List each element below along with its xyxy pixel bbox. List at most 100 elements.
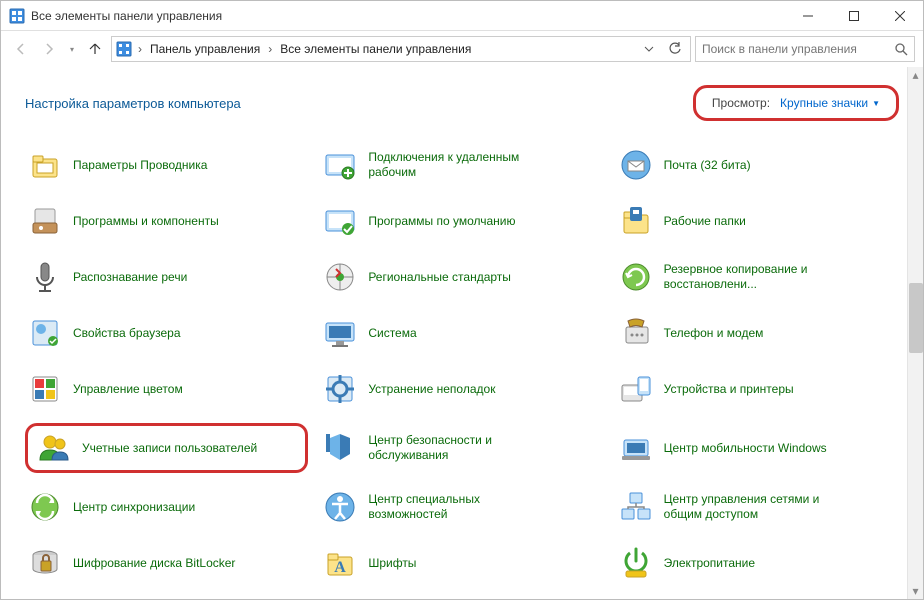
scroll-down-button[interactable]: ▾	[908, 583, 923, 599]
control-panel-item[interactable]: Подключения к удаленным рабочим	[320, 143, 603, 187]
search-input[interactable]	[702, 42, 894, 56]
control-panel-item[interactable]: Почта (32 бита)	[616, 143, 899, 187]
view-value-dropdown[interactable]: Крупные значки ▼	[780, 96, 880, 110]
minimize-button[interactable]	[785, 1, 831, 30]
refresh-button[interactable]	[664, 37, 686, 61]
control-panel-item[interactable]: Рабочие папки	[616, 199, 899, 243]
power-icon	[618, 545, 654, 581]
control-panel-item[interactable]: Учетные записи пользователей	[25, 423, 308, 473]
control-panel-item[interactable]: Устройства и принтеры	[616, 367, 899, 411]
window-controls	[785, 1, 923, 30]
item-label: Резервное копирование и восстановлени...	[664, 262, 844, 292]
control-panel-item[interactable]: Электропитание	[616, 541, 899, 585]
breadcrumb-current[interactable]: Все элементы панели управления	[278, 42, 473, 56]
control-panel-item[interactable]: Свойства браузера	[25, 311, 308, 355]
item-label: Программы по умолчанию	[368, 214, 515, 229]
mail-icon	[618, 147, 654, 183]
item-label: Электропитание	[664, 556, 755, 571]
control-panel-item[interactable]: Шрифты	[320, 541, 603, 585]
item-label: Параметры Проводника	[73, 158, 207, 173]
item-label: Региональные стандарты	[368, 270, 511, 285]
control-panel-item[interactable]: Система	[320, 311, 603, 355]
back-button[interactable]	[9, 37, 33, 61]
remote-app-icon	[322, 147, 358, 183]
item-label: Рабочие папки	[664, 214, 746, 229]
control-panel-item[interactable]: Резервное копирование и восстановлени...	[616, 255, 899, 299]
color-icon	[27, 371, 63, 407]
internet-options-icon	[27, 315, 63, 351]
speech-icon	[27, 259, 63, 295]
recent-dropdown[interactable]: ▾	[65, 37, 79, 61]
system-icon	[322, 315, 358, 351]
search-icon[interactable]	[894, 42, 908, 56]
control-panel-item[interactable]: Программы по умолчанию	[320, 199, 603, 243]
items-grid: Параметры Проводника Подключения к удален…	[25, 143, 899, 585]
control-panel-window: Все элементы панели управления ▾ › Панел…	[0, 0, 924, 600]
control-panel-item[interactable]: Региональные стандарты	[320, 255, 603, 299]
item-label: Телефон и модем	[664, 326, 764, 341]
item-label: Программы и компоненты	[73, 214, 219, 229]
item-label: Устройства и принтеры	[664, 382, 794, 397]
window-title: Все элементы панели управления	[31, 9, 785, 23]
item-label: Учетные записи пользователей	[82, 441, 257, 456]
view-value-text: Крупные значки	[780, 96, 868, 110]
user-accounts-icon	[36, 430, 72, 466]
item-label: Центр синхронизации	[73, 500, 195, 515]
scroll-thumb[interactable]	[909, 283, 923, 353]
navigation-bar: ▾ › Панель управления › Все элементы пан…	[1, 31, 923, 67]
backup-icon	[618, 259, 654, 295]
control-panel-item[interactable]: Центр синхронизации	[25, 485, 308, 529]
content-area: Настройка параметров компьютера Просмотр…	[1, 67, 923, 599]
titlebar: Все элементы панели управления	[1, 1, 923, 31]
control-panel-item[interactable]: Управление цветом	[25, 367, 308, 411]
control-panel-item[interactable]: Центр мобильности Windows	[616, 423, 899, 473]
search-box[interactable]	[695, 36, 915, 62]
item-label: Шифрование диска BitLocker	[73, 556, 235, 571]
chevron-right-icon[interactable]: ›	[266, 42, 274, 56]
close-button[interactable]	[877, 1, 923, 30]
control-panel-item[interactable]: Телефон и модем	[616, 311, 899, 355]
programs-icon	[27, 203, 63, 239]
phone-icon	[618, 315, 654, 351]
fonts-icon	[322, 545, 358, 581]
control-panel-item[interactable]: Центр управления сетями и общим доступом	[616, 485, 899, 529]
item-label: Центр специальных возможностей	[368, 492, 548, 522]
heading-row: Настройка параметров компьютера Просмотр…	[25, 85, 899, 121]
scroll-track[interactable]	[908, 83, 923, 583]
item-label: Свойства браузера	[73, 326, 181, 341]
mobility-icon	[618, 430, 654, 466]
control-panel-item[interactable]: Центр специальных возможностей	[320, 485, 603, 529]
control-panel-item[interactable]: Центр безопасности и обслуживания	[320, 423, 603, 473]
item-label: Система	[368, 326, 416, 341]
folder-options-icon	[27, 147, 63, 183]
chevron-down-icon: ▼	[872, 99, 880, 108]
item-label: Центр мобильности Windows	[664, 441, 827, 456]
maximize-button[interactable]	[831, 1, 877, 30]
control-panel-item[interactable]: Программы и компоненты	[25, 199, 308, 243]
item-label: Почта (32 бита)	[664, 158, 751, 173]
address-icon	[116, 41, 132, 57]
control-panel-item[interactable]: Распознавание речи	[25, 255, 308, 299]
region-icon	[322, 259, 358, 295]
vertical-scrollbar[interactable]: ▴ ▾	[907, 67, 923, 599]
ease-access-icon	[322, 489, 358, 525]
sync-icon	[27, 489, 63, 525]
control-panel-item[interactable]: Параметры Проводника	[25, 143, 308, 187]
address-bar[interactable]: › Панель управления › Все элементы панел…	[111, 36, 691, 62]
control-panel-item[interactable]: Устранение неполадок	[320, 367, 603, 411]
address-dropdown[interactable]	[638, 37, 660, 61]
security-center-icon	[322, 430, 358, 466]
chevron-right-icon[interactable]: ›	[136, 42, 144, 56]
page-heading: Настройка параметров компьютера	[25, 96, 241, 111]
breadcrumb-root[interactable]: Панель управления	[148, 42, 262, 56]
control-panel-item[interactable]: Шифрование диска BitLocker	[25, 541, 308, 585]
view-label: Просмотр:	[712, 96, 770, 110]
control-panel-icon	[9, 8, 25, 24]
view-by-control: Просмотр: Крупные значки ▼	[693, 85, 899, 121]
item-label: Центр управления сетями и общим доступом	[664, 492, 844, 522]
network-icon	[618, 489, 654, 525]
scroll-up-button[interactable]: ▴	[908, 67, 923, 83]
up-button[interactable]	[83, 37, 107, 61]
item-label: Центр безопасности и обслуживания	[368, 433, 548, 463]
forward-button[interactable]	[37, 37, 61, 61]
